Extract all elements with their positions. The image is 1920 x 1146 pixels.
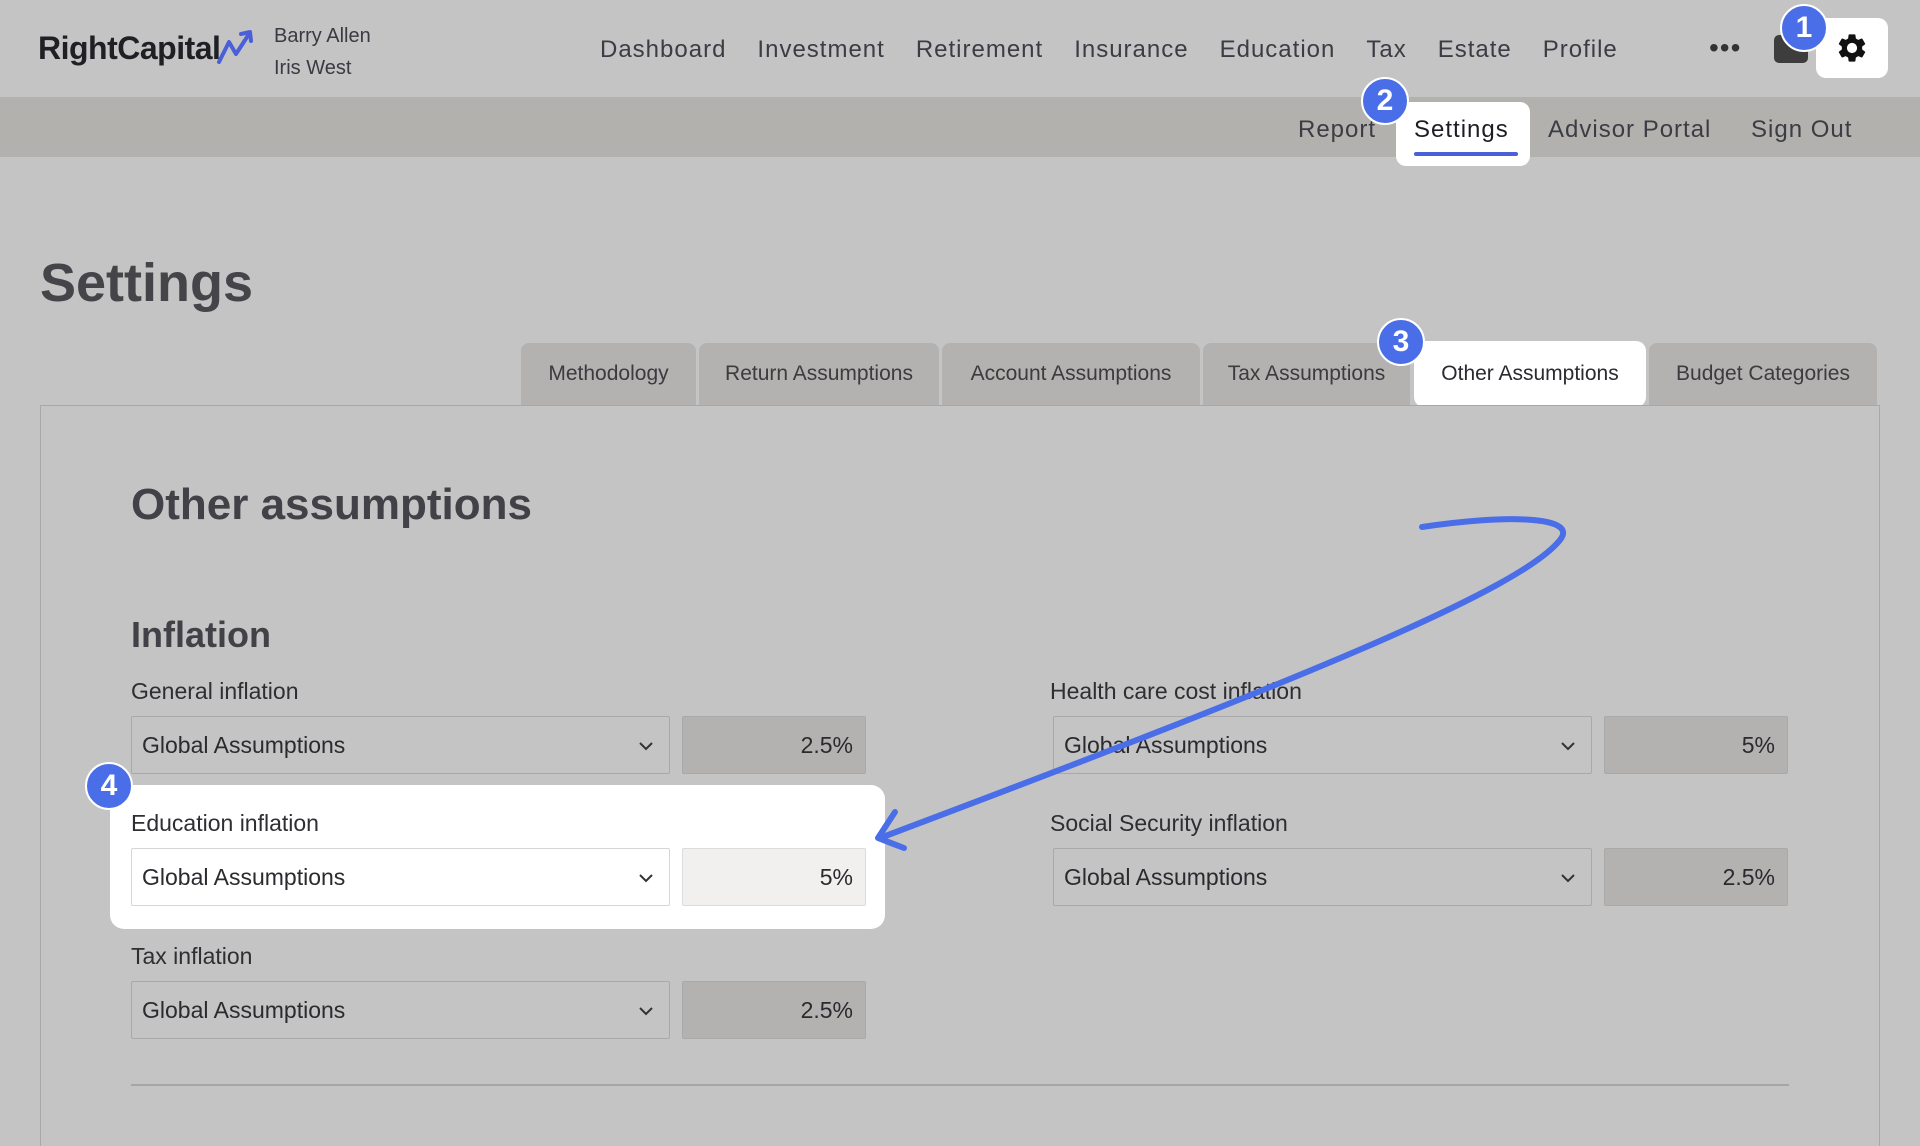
health-inflation-value: 5% — [1604, 716, 1788, 774]
step-badge-2: 2 — [1361, 77, 1409, 125]
health-inflation-label: Health care cost inflation — [1050, 678, 1302, 704]
general-inflation-select-value: Global Assumptions — [142, 731, 346, 758]
general-inflation-value: 2.5% — [682, 716, 866, 774]
client-names: Barry Allen Iris West — [274, 20, 371, 84]
tax-inflation-label: Tax inflation — [131, 943, 253, 969]
social-security-inflation-select-value: Global Assumptions — [1064, 863, 1268, 890]
education-inflation-highlight: Education inflation Global Assumptions 5… — [110, 785, 885, 929]
tab-return-assumptions[interactable]: Return Assumptions — [699, 343, 939, 405]
step-badge-3: 3 — [1377, 318, 1425, 366]
more-menu-icon[interactable]: ••• — [1709, 33, 1749, 63]
subnav-sign-out[interactable]: Sign Out — [1751, 116, 1852, 144]
education-inflation-label: Education inflation — [131, 810, 319, 836]
tab-budget-categories[interactable]: Budget Categories — [1649, 343, 1877, 405]
logo-arrow-icon — [217, 30, 253, 64]
nav-retirement[interactable]: Retirement — [916, 36, 1043, 64]
chevron-down-icon — [639, 1007, 653, 1016]
main-nav: Dashboard Investment Retirement Insuranc… — [600, 30, 1618, 70]
inflation-title: Inflation — [131, 614, 271, 655]
section-divider — [131, 1084, 1789, 1086]
subnav-advisor-portal[interactable]: Advisor Portal — [1548, 116, 1711, 144]
tax-inflation-select[interactable]: Global Assumptions — [131, 981, 670, 1039]
general-inflation-label: General inflation — [131, 678, 299, 704]
education-inflation-select-value: Global Assumptions — [142, 863, 346, 890]
section-title: Other assumptions — [131, 480, 532, 529]
chevron-down-icon — [639, 874, 653, 883]
brand-logo[interactable]: RightCapital — [38, 30, 221, 67]
social-security-inflation-value: 2.5% — [1604, 848, 1788, 906]
client-name-spouse: Iris West — [274, 57, 352, 79]
tab-other-assumptions[interactable]: Other Assumptions — [1414, 341, 1646, 407]
health-inflation-select-value: Global Assumptions — [1064, 731, 1268, 758]
page-title: Settings — [40, 253, 254, 313]
nav-tax[interactable]: Tax — [1366, 36, 1406, 64]
nav-profile[interactable]: Profile — [1543, 36, 1618, 64]
gear-icon — [1838, 34, 1866, 62]
tax-inflation-select-value: Global Assumptions — [142, 996, 346, 1023]
education-inflation-value: 5% — [682, 848, 866, 906]
chevron-down-icon — [639, 742, 653, 751]
social-security-inflation-select[interactable]: Global Assumptions — [1053, 848, 1592, 906]
step-badge-4: 4 — [85, 762, 133, 810]
general-inflation-select[interactable]: Global Assumptions — [131, 716, 670, 774]
social-security-inflation-label: Social Security inflation — [1050, 810, 1288, 836]
chevron-down-icon — [1561, 874, 1575, 883]
nav-investment[interactable]: Investment — [757, 36, 884, 64]
health-inflation-select[interactable]: Global Assumptions — [1053, 716, 1592, 774]
nav-education[interactable]: Education — [1220, 36, 1336, 64]
tax-inflation-value: 2.5% — [682, 981, 866, 1039]
subnav-settings[interactable]: Settings — [1414, 116, 1509, 144]
subnav-report[interactable]: Report — [1298, 116, 1376, 144]
nav-insurance[interactable]: Insurance — [1074, 36, 1188, 64]
nav-dashboard[interactable]: Dashboard — [600, 36, 726, 64]
step-badge-1: 1 — [1780, 4, 1828, 52]
tab-methodology[interactable]: Methodology — [521, 343, 696, 405]
tab-account-assumptions[interactable]: Account Assumptions — [942, 343, 1200, 405]
chevron-down-icon — [1561, 742, 1575, 751]
client-name-primary: Barry Allen — [274, 25, 371, 47]
education-inflation-select[interactable]: Global Assumptions — [131, 848, 670, 906]
nav-estate[interactable]: Estate — [1438, 36, 1512, 64]
active-subnav-indicator — [1414, 152, 1518, 156]
